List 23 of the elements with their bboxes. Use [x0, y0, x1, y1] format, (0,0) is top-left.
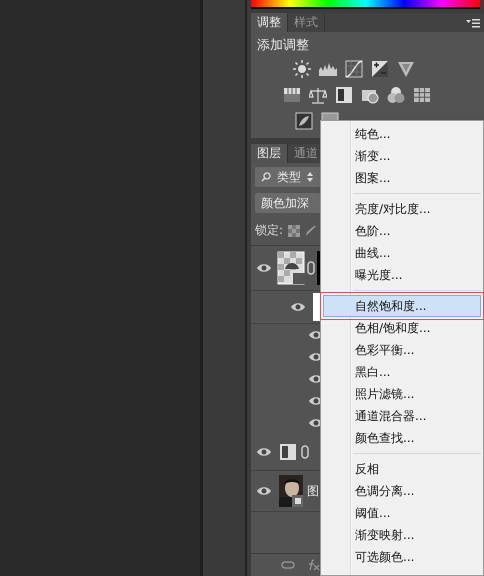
menu-item[interactable]: 黑白... — [323, 361, 481, 383]
panel-heading: 添加调整 — [256, 37, 310, 55]
menu-item[interactable]: 可选颜色... — [323, 546, 481, 568]
menu-item[interactable]: 曲线... — [323, 242, 481, 264]
menu-item[interactable]: 反相 — [323, 458, 481, 480]
menu-item[interactable]: 色相/饱和度... — [323, 317, 481, 339]
menu-item[interactable]: 渐变映射... — [323, 524, 481, 546]
menu-item[interactable]: 曝光度... — [323, 264, 481, 286]
menu-item[interactable]: 阈值... — [323, 502, 481, 524]
menu-item[interactable]: 色阶... — [323, 220, 481, 242]
menu-item[interactable]: 自然饱和度... — [323, 295, 481, 317]
menu-item[interactable]: 照片滤镜... — [323, 383, 481, 405]
menu-item[interactable]: 色彩平衡... — [323, 339, 481, 361]
menu-item[interactable]: 色调分离... — [323, 480, 481, 502]
menu-item[interactable]: 通道混合器... — [323, 405, 481, 427]
layer-name[interactable]: 图 — [307, 482, 319, 500]
menu-item[interactable]: 渐变... — [323, 145, 481, 167]
menu-item[interactable]: 纯色... — [323, 123, 481, 145]
menu-item[interactable]: 颜色查找... — [323, 427, 481, 449]
panel-tab[interactable]: 调整 — [251, 13, 288, 32]
lock-label: 锁定: — [255, 222, 284, 239]
panel-tab[interactable]: 样式 — [288, 13, 325, 32]
panel-tab[interactable]: 图层 — [251, 144, 288, 163]
